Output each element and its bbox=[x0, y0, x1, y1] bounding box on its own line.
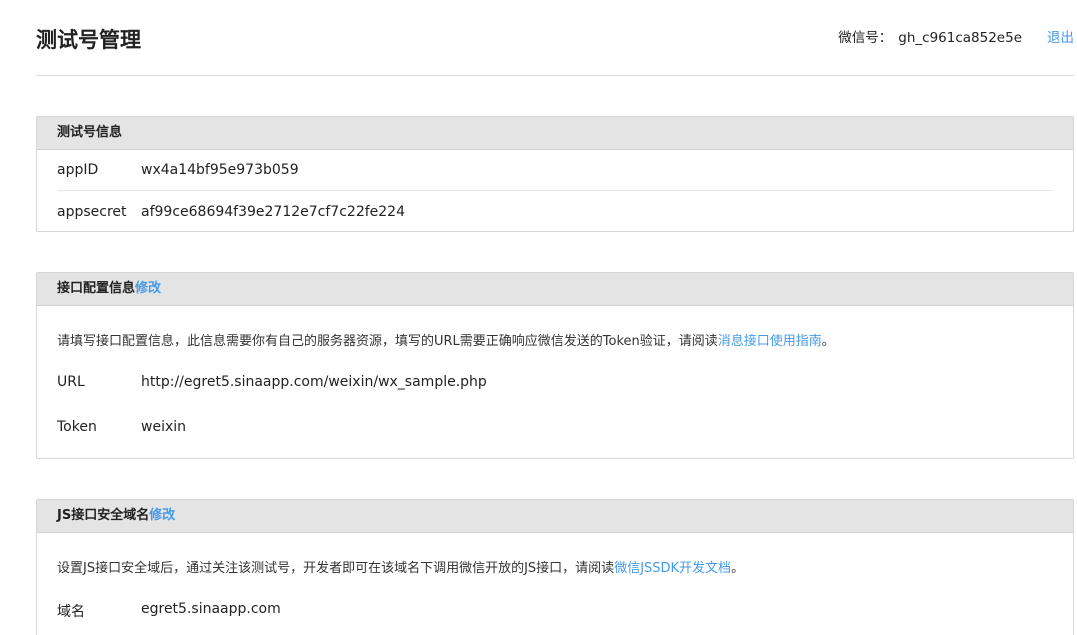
page-header: 测试号管理 微信号： gh_c961ca852e5e 退出 bbox=[36, 0, 1074, 76]
js-domain-panel: JS接口安全域名修改 设置JS接口安全域后，通过关注该测试号，开发者即可在该域名… bbox=[36, 499, 1074, 635]
interface-config-description-text: 请填写接口配置信息，此信息需要你有自己的服务器资源，填写的URL需要正确响应微信… bbox=[57, 334, 718, 349]
js-domain-heading: JS接口安全域名修改 bbox=[37, 500, 1073, 533]
token-value: weixin bbox=[141, 419, 187, 435]
domain-label: 域名 bbox=[57, 604, 85, 620]
js-domain-description: 设置JS接口安全域后，通过关注该测试号，开发者即可在该域名下调用微信开放的JS接… bbox=[57, 533, 1053, 590]
interface-config-edit-link[interactable]: 修改 bbox=[135, 281, 161, 296]
js-domain-description-text: 设置JS接口安全域后，通过关注该测试号，开发者即可在该域名下调用微信开放的JS接… bbox=[57, 561, 615, 576]
appid-label: appID bbox=[57, 162, 99, 178]
page-title: 测试号管理 bbox=[36, 28, 141, 52]
js-domain-heading-text: JS接口安全域名 bbox=[57, 508, 150, 523]
js-domain-description-end: 。 bbox=[731, 561, 745, 576]
wechat-id-value: gh_c961ca852e5e bbox=[898, 30, 1022, 46]
interface-config-panel: 接口配置信息修改 请填写接口配置信息，此信息需要你有自己的服务器资源，填写的UR… bbox=[36, 272, 1074, 459]
appid-value: wx4a14bf95e973b059 bbox=[141, 162, 299, 178]
interface-config-description-end: 。 bbox=[821, 334, 835, 349]
token-label: Token bbox=[57, 419, 97, 435]
js-domain-edit-link[interactable]: 修改 bbox=[149, 508, 175, 523]
wechat-id-label: 微信号： bbox=[838, 30, 893, 46]
appsecret-value: af99ce68694f39e2712e7cf7c22fe224 bbox=[141, 204, 405, 220]
appsecret-label: appsecret bbox=[57, 204, 127, 220]
test-account-panel: 测试号信息 appID wx4a14bf95e973b059 appsecret… bbox=[36, 116, 1074, 232]
wechat-account: 微信号： gh_c961ca852e5e bbox=[838, 26, 1022, 46]
test-account-heading-text: 测试号信息 bbox=[57, 125, 123, 140]
appsecret-row: appsecret af99ce68694f39e2712e7cf7c22fe2… bbox=[57, 191, 1053, 232]
jssdk-doc-link[interactable]: 微信JSSDK开发文档 bbox=[614, 561, 731, 576]
url-row: URL http://egret5.sinaapp.com/weixin/wx_… bbox=[57, 363, 1053, 408]
appid-row: appID wx4a14bf95e973b059 bbox=[57, 150, 1053, 191]
url-label: URL bbox=[57, 374, 85, 390]
domain-row: 域名 egret5.sinaapp.com bbox=[57, 590, 1053, 635]
page: 测试号管理 微信号： gh_c961ca852e5e 退出 测试号信息 appID… bbox=[0, 0, 1077, 635]
interface-config-description: 请填写接口配置信息，此信息需要你有自己的服务器资源，填写的URL需要正确响应微信… bbox=[57, 306, 1053, 363]
test-account-heading: 测试号信息 bbox=[37, 117, 1073, 150]
domain-value: egret5.sinaapp.com bbox=[141, 601, 281, 617]
logout-link[interactable]: 退出 bbox=[1047, 26, 1074, 46]
interface-config-heading-text: 接口配置信息 bbox=[57, 281, 136, 296]
url-value: http://egret5.sinaapp.com/weixin/wx_samp… bbox=[141, 374, 487, 390]
token-row: Token weixin bbox=[57, 408, 1053, 453]
interface-config-heading: 接口配置信息修改 bbox=[37, 273, 1073, 306]
message-guide-link[interactable]: 消息接口使用指南 bbox=[718, 334, 822, 349]
